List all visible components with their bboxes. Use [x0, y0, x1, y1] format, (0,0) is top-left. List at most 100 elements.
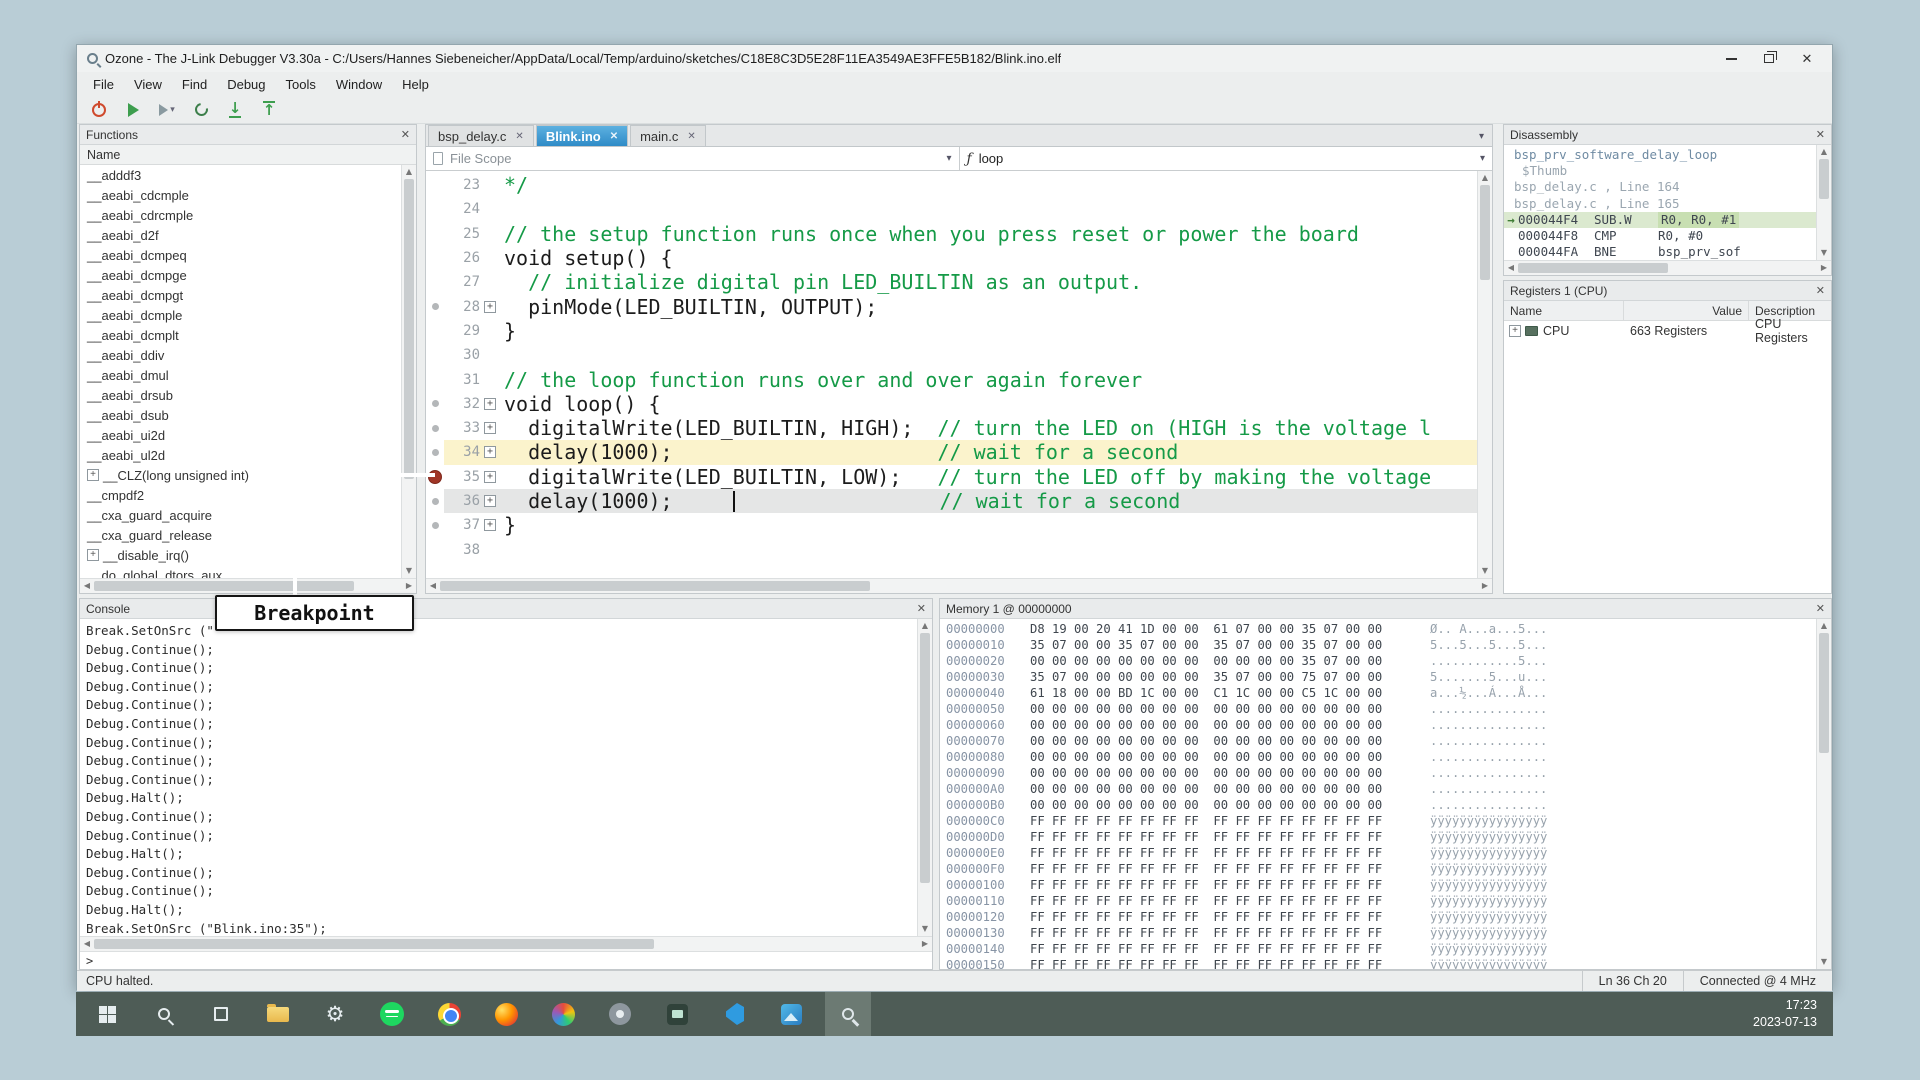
code-line[interactable]: 37+} [426, 513, 1477, 537]
fold-toggle[interactable]: + [484, 495, 496, 507]
registers-panel-header[interactable]: Registers 1 (CPU) ✕ [1504, 281, 1831, 301]
breakpoint-gutter[interactable] [426, 489, 444, 513]
taskbar-photos-button[interactable] [768, 992, 814, 1036]
breakpoint-gutter[interactable] [426, 343, 444, 367]
close-icon[interactable]: ✕ [1816, 284, 1825, 297]
scrollbar-thumb[interactable] [1819, 159, 1829, 199]
fold-toggle[interactable]: + [484, 301, 496, 313]
function-list-item[interactable]: __aeabi_drsub [80, 385, 401, 405]
scroll-up-icon[interactable]: ▲ [1817, 619, 1831, 633]
scroll-left-icon[interactable]: ◀ [80, 937, 94, 951]
scrollbar-thumb[interactable] [1819, 633, 1829, 753]
menu-view[interactable]: View [124, 75, 172, 94]
vertical-scrollbar[interactable]: ▲ ▼ [917, 619, 932, 936]
code-line[interactable]: 31// the loop function runs over and ove… [426, 367, 1477, 391]
titlebar[interactable]: Ozone - The J-Link Debugger V3.30a - C:/… [77, 45, 1832, 72]
taskbar-spotify-button[interactable] [369, 992, 415, 1036]
tab-bsp-delay-c[interactable]: bsp_delay.c✕ [428, 125, 534, 146]
breakpoint-gutter[interactable] [426, 246, 444, 270]
line-marker-dot[interactable] [432, 400, 439, 407]
taskbar-chrome-button[interactable] [426, 992, 472, 1036]
code-line[interactable]: 29} [426, 319, 1477, 343]
fold-toggle[interactable]: + [484, 398, 496, 410]
scroll-right-icon[interactable]: ▶ [1478, 579, 1492, 593]
scroll-left-icon[interactable]: ◀ [80, 579, 94, 593]
scroll-right-icon[interactable]: ▶ [402, 579, 416, 593]
function-list-item[interactable]: __aeabi_cdrcmple [80, 205, 401, 225]
scrollbar-thumb[interactable] [1480, 185, 1490, 280]
column-value[interactable]: Value [1624, 301, 1749, 320]
function-list-item[interactable]: __aeabi_cdcmple [80, 185, 401, 205]
expand-icon[interactable]: + [87, 549, 99, 561]
close-icon[interactable]: ✕ [1816, 602, 1825, 615]
taskbar-color-ball-app-button[interactable] [540, 992, 586, 1036]
taskbar-file-explorer-button[interactable] [255, 992, 301, 1036]
toolbar-upload-button[interactable]: ↑ [257, 99, 281, 121]
breakpoint-gutter[interactable] [426, 294, 444, 318]
functions-name-column-header[interactable]: Name [80, 145, 416, 165]
breakpoint-gutter[interactable] [426, 367, 444, 391]
code-line[interactable]: 27 // initialize digital pin LED_BUILTIN… [426, 270, 1477, 294]
horizontal-scrollbar[interactable]: ◀ ▶ [80, 936, 932, 951]
disassembly-instruction[interactable]: 000044FABNEbsp_prv_sof [1504, 244, 1816, 260]
function-list-item[interactable]: +__disable_irq() [80, 545, 401, 565]
code-line[interactable]: 35+ digitalWrite(LED_BUILTIN, LOW); // t… [426, 465, 1477, 489]
function-list-item[interactable]: __aeabi_dsub [80, 405, 401, 425]
file-scope-dropdown[interactable]: File Scope ▾ [426, 147, 960, 170]
close-icon[interactable]: ✕ [515, 131, 523, 142]
fold-toggle[interactable]: + [484, 446, 496, 458]
column-name[interactable]: Name [1504, 301, 1624, 320]
tab-Blink-ino[interactable]: Blink.ino✕ [536, 125, 628, 146]
vertical-scrollbar[interactable]: ▲ ▼ [1816, 145, 1831, 260]
taskbar-firefox-button[interactable] [483, 992, 529, 1036]
scroll-down-icon[interactable]: ▼ [1817, 246, 1831, 260]
toolbar-start-debug-button[interactable] [121, 99, 145, 121]
register-row[interactable]: +CPU663 RegistersCPU Registers [1504, 321, 1831, 341]
code-line[interactable]: 38 [426, 537, 1477, 561]
toolbar-download-button[interactable]: ↓ [223, 99, 247, 121]
breakpoint-gutter[interactable] [426, 537, 444, 561]
function-list-item[interactable]: __cmpdf2 [80, 485, 401, 505]
function-list-item[interactable]: __adddf3 [80, 165, 401, 185]
scroll-down-icon[interactable]: ▼ [402, 564, 416, 578]
toolbar-power-button[interactable] [87, 99, 111, 121]
code-line[interactable]: 24 [426, 197, 1477, 221]
code-line[interactable]: 26void setup() { [426, 246, 1477, 270]
code-line[interactable]: 36+ delay(1000); // wait for a second [426, 489, 1477, 513]
menu-file[interactable]: File [83, 75, 124, 94]
breakpoint-gutter[interactable] [426, 416, 444, 440]
scroll-down-icon[interactable]: ▼ [918, 922, 932, 936]
console-panel-header[interactable]: Console ✕ [80, 599, 932, 619]
scroll-right-icon[interactable]: ▶ [918, 937, 932, 951]
menu-debug[interactable]: Debug [217, 75, 275, 94]
scroll-down-icon[interactable]: ▼ [1817, 955, 1831, 969]
toolbar-refresh-button[interactable] [189, 99, 213, 121]
horizontal-scrollbar[interactable]: ◀ ▶ [1504, 260, 1831, 275]
disassembly-instruction[interactable]: →000044F4SUB.WR0, R0, #1 [1504, 212, 1816, 228]
scroll-up-icon[interactable]: ▲ [402, 165, 416, 179]
disassembly-instruction[interactable]: 000044F8CMPR0, #0 [1504, 228, 1816, 244]
menu-help[interactable]: Help [392, 75, 439, 94]
memory-panel-header[interactable]: Memory 1 @ 00000000 ✕ [940, 599, 1831, 619]
fold-toggle[interactable]: + [484, 519, 496, 531]
scrollbar-thumb[interactable] [94, 581, 354, 591]
scrollbar-thumb[interactable] [404, 179, 414, 479]
fold-toggle[interactable]: + [484, 471, 496, 483]
close-icon[interactable]: ✕ [1816, 128, 1825, 141]
code-line[interactable]: 28+ pinMode(LED_BUILTIN, OUTPUT); [426, 294, 1477, 318]
scrollbar-thumb[interactable] [920, 633, 930, 883]
restore-button[interactable] [1750, 47, 1788, 71]
code-area[interactable]: 23*/2425// the setup function runs once … [426, 171, 1477, 578]
function-list-item[interactable]: __aeabi_ui2d [80, 425, 401, 445]
line-marker-dot[interactable] [432, 498, 439, 505]
scrollbar-thumb[interactable] [1518, 263, 1668, 273]
taskbar-task-view-button[interactable] [198, 992, 244, 1036]
scroll-right-icon[interactable]: ▶ [1817, 261, 1831, 275]
line-marker-dot[interactable] [432, 425, 439, 432]
scrollbar-thumb[interactable] [94, 939, 654, 949]
tab-overflow-chevron-icon[interactable]: ▾ [1479, 131, 1492, 146]
expand-icon[interactable]: + [87, 469, 99, 481]
code-line[interactable]: 25// the setup function runs once when y… [426, 222, 1477, 246]
breakpoint-gutter[interactable] [426, 392, 444, 416]
breakpoint-gutter[interactable] [426, 513, 444, 537]
